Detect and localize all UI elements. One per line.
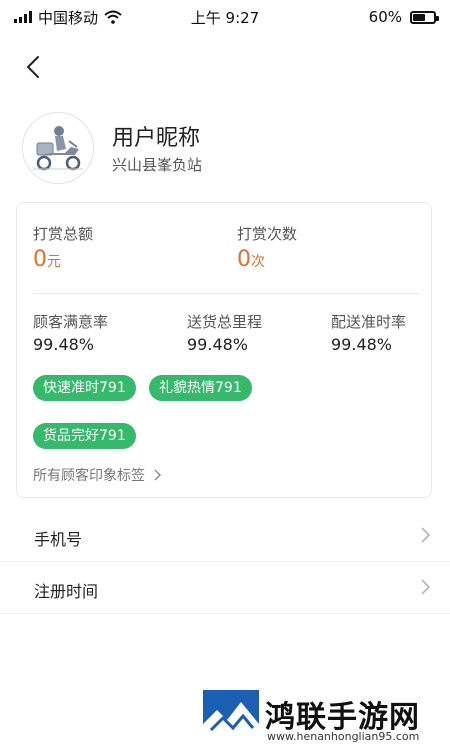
satisfaction-label: 顾客满意率 [33, 313, 109, 331]
status-right: 60% [369, 8, 450, 26]
avatar[interactable] [22, 112, 94, 184]
chevron-right-icon [421, 579, 430, 595]
user-nickname: 用户昵称 [112, 126, 201, 151]
battery-icon [410, 10, 439, 24]
mileage-label: 送货总里程 [187, 313, 263, 331]
status-bar: 中国移动 上午 9:27 60% [0, 0, 450, 34]
tag-chip[interactable]: 礼貌热情791 [149, 375, 252, 401]
reward-count-unit: 次 [251, 254, 265, 270]
on-time-label: 配送准时率 [331, 313, 407, 331]
all-tags-label: 所有顾客印象标签 [33, 468, 145, 484]
chevron-right-icon [154, 469, 161, 481]
tag-chip[interactable]: 快速准时791 [33, 375, 136, 401]
stats-card: 打赏总额 0元 打赏次数 0次 顾客满意率 99.48% 送货总里程 99.48… [16, 202, 432, 498]
reward-count: 0次 [237, 247, 265, 272]
tag-chip[interactable]: 货品完好791 [33, 423, 136, 449]
courier-profile-page: 中国移动 上午 9:27 60% 用户昵称 兴山县峯负站 打赏总额 0元 打赏次… [0, 0, 450, 750]
reward-total-value: 0 [33, 247, 47, 272]
back-button[interactable] [18, 52, 48, 82]
courier-scooter-icon [33, 126, 83, 171]
signal-icon [14, 11, 32, 23]
register-time-label: 注册时间 [34, 582, 99, 601]
carrier-name: 中国移动 [38, 8, 99, 27]
on-time-value: 99.48% [331, 335, 393, 354]
reward-total-label: 打赏总额 [33, 225, 94, 243]
reward-count-label: 打赏次数 [237, 225, 298, 243]
watermark-url: www.henanhonglian95.com [267, 730, 420, 743]
watermark-logo-icon [203, 690, 259, 744]
chevron-right-icon [421, 527, 430, 543]
card-divider [33, 293, 419, 294]
battery-percent: 60% [368, 8, 402, 26]
battery-fill [413, 13, 425, 21]
phone-row[interactable]: 手机号 [0, 510, 450, 562]
status-left: 中国移动 [0, 7, 122, 28]
reward-count-value: 0 [237, 247, 251, 272]
reward-total-unit: 元 [47, 254, 61, 270]
chevron-left-icon [27, 56, 39, 78]
register-time-row[interactable]: 注册时间 [0, 562, 450, 614]
site-watermark: 鸿联手游网 www.henanhonglian95.com [203, 690, 443, 744]
mileage-value: 99.48% [187, 335, 249, 354]
satisfaction-value: 99.48% [33, 335, 95, 354]
reward-total: 0元 [33, 247, 61, 272]
phone-label: 手机号 [34, 530, 83, 549]
all-tags-link[interactable]: 所有顾客印象标签 [33, 465, 161, 485]
wifi-icon [104, 10, 122, 24]
station-name: 兴山县峯负站 [112, 156, 203, 174]
